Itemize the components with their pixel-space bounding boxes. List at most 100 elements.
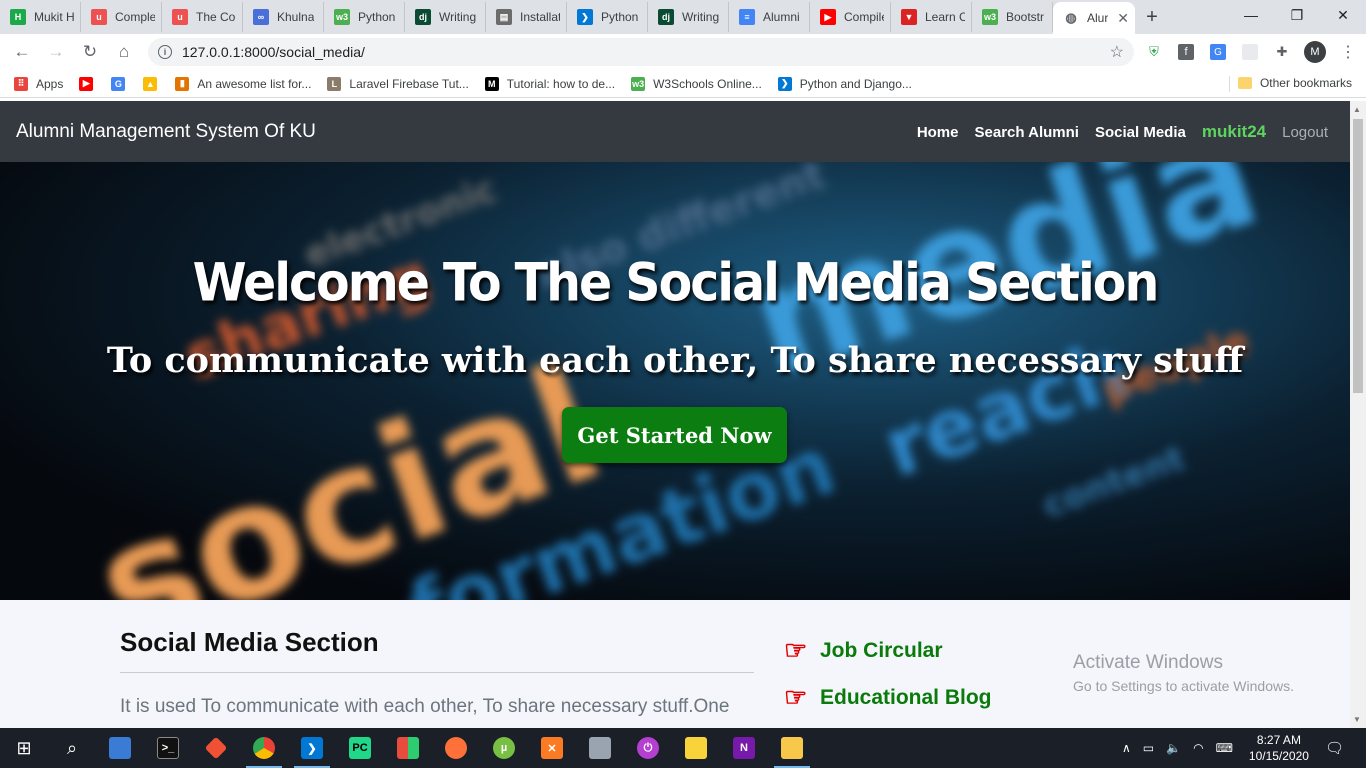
bookmark-5[interactable]: L Laravel Firebase Tut... — [327, 76, 469, 91]
shield-extension-icon[interactable]: ⛨ — [1142, 40, 1166, 64]
taskbar-git[interactable] — [192, 728, 240, 768]
battery-icon[interactable]: ▭ — [1143, 741, 1154, 755]
scroll-up-icon[interactable]: ▲ — [1353, 105, 1361, 114]
taskbar-onenote[interactable]: N — [720, 728, 768, 768]
address-bar[interactable]: i 127.0.0.1:8000/social_media/ ☆ — [148, 38, 1134, 66]
tab-7[interactable]: ❯ Python — [567, 2, 648, 32]
taskbar-terminal[interactable]: >_ — [144, 728, 192, 768]
activate-windows-watermark: Activate Windows Go to Settings to activ… — [1073, 652, 1294, 694]
taskbar-this-pc[interactable] — [96, 728, 144, 768]
scrollbar-thumb[interactable] — [1353, 119, 1363, 393]
bookmark-0[interactable]: ⠿ Apps — [14, 76, 63, 91]
notifications-icon[interactable]: 🗨 — [1325, 739, 1344, 757]
minimize-icon[interactable]: — — [1228, 0, 1274, 30]
facebook-extension-icon[interactable]: f — [1174, 40, 1198, 64]
taskbar-photos[interactable] — [576, 728, 624, 768]
tab-9[interactable]: ≡ Alumni — [729, 2, 810, 32]
chrome-icon — [253, 737, 275, 759]
nav-social-media[interactable]: Social Media — [1095, 124, 1186, 141]
bookmark-4[interactable]: ▮ An awesome list for... — [175, 76, 311, 91]
new-tab-button[interactable]: + — [1135, 2, 1169, 32]
udemy-icon: u — [172, 9, 188, 25]
nav-username[interactable]: mukit24 — [1202, 122, 1266, 142]
url-text[interactable]: 127.0.0.1:8000/social_media/ — [182, 44, 1110, 60]
nav-logout[interactable]: Logout — [1282, 124, 1328, 141]
section-description: It is used To communicate with each othe… — [120, 696, 730, 717]
taskbar-utorrent[interactable]: µ — [480, 728, 528, 768]
home-icon[interactable]: ⌂ — [108, 36, 140, 68]
w3schools-icon: w3 — [982, 9, 998, 25]
site-brand[interactable]: Alumni Management System Of KU — [16, 121, 316, 143]
tab-label: Learn C — [925, 10, 965, 24]
educational-blog-link[interactable]: ☞ Educational Blog — [784, 674, 992, 721]
xampp-icon: ✕ — [541, 737, 563, 759]
close-window-icon[interactable]: ✕ — [1320, 0, 1366, 30]
page-scrollbar[interactable]: ▲ ▼ — [1350, 101, 1366, 728]
bookmark-star-icon[interactable]: ☆ — [1110, 42, 1124, 62]
puzzle-extensions-icon[interactable]: ✚ — [1270, 40, 1294, 64]
wifi-icon[interactable]: ◠ — [1193, 741, 1203, 755]
taskbar-chrome[interactable] — [240, 728, 288, 768]
taskbar-file-explorer[interactable] — [768, 728, 816, 768]
taskbar-vscode[interactable]: ❯ — [288, 728, 336, 768]
bookmark-7[interactable]: w3 W3Schools Online... — [631, 76, 762, 91]
forward-icon[interactable]: → — [40, 36, 72, 68]
tab-2[interactable]: u The Cor — [162, 2, 243, 32]
bookmark-3[interactable]: ▲ — [143, 76, 165, 91]
start-button[interactable]: ⊞ — [0, 728, 48, 768]
profile-avatar[interactable]: M — [1304, 41, 1326, 63]
clock-date: 10/15/2020 — [1248, 749, 1309, 763]
other-bookmarks[interactable]: Other bookmarks — [1237, 76, 1352, 90]
computer-icon — [109, 737, 131, 759]
close-tab-icon[interactable]: ✕ — [1117, 10, 1129, 27]
clock[interactable]: 8:27 AM 10/15/2020 — [1249, 732, 1309, 764]
tab-0[interactable]: H Mukit H — [0, 2, 81, 32]
nav-home[interactable]: Home — [917, 124, 959, 141]
reload-icon[interactable]: ↻ — [74, 36, 106, 68]
maximize-icon[interactable]: ❐ — [1274, 0, 1320, 30]
tab-11[interactable]: ▼ Learn C — [891, 2, 972, 32]
site-info-icon[interactable]: i — [158, 45, 172, 59]
scroll-down-icon[interactable]: ▼ — [1353, 715, 1361, 724]
translate-extension-icon[interactable]: G — [1206, 40, 1230, 64]
tab-12[interactable]: w3 Bootstr — [972, 2, 1053, 32]
nav-links: Home Search Alumni Social Media mukit24 … — [901, 122, 1328, 142]
search-icon: ⌕ — [66, 737, 78, 758]
blank-extension-icon[interactable] — [1238, 40, 1262, 64]
tab-label: The Cor — [196, 10, 236, 24]
terminal-icon: >_ — [157, 737, 179, 759]
watermark-subtitle: Go to Settings to activate Windows. — [1073, 678, 1294, 694]
bookmarks-bar: ⠿ Apps ▶ G ▲ ▮ An awesome list for... L Laravel … — [0, 70, 1366, 98]
chevron-up-icon[interactable]: ∧ — [1122, 741, 1131, 755]
tab-label: Alur — [1087, 11, 1109, 25]
get-started-button[interactable]: Get Started Now — [562, 407, 787, 463]
udemy-icon: u — [91, 9, 107, 25]
tab-5[interactable]: dj Writing — [405, 2, 486, 32]
volume-icon[interactable]: 🔈 — [1166, 741, 1181, 755]
tab-8[interactable]: dj Writing — [648, 2, 729, 32]
nav-search-alumni[interactable]: Search Alumni — [975, 124, 1079, 141]
bookmark-8[interactable]: ❯ Python and Django... — [777, 76, 912, 91]
tab-10[interactable]: ▶ Compile — [810, 2, 891, 32]
tab-4[interactable]: w3 Python — [324, 2, 405, 32]
tab-3[interactable]: ∞ Khulna — [243, 2, 324, 32]
bookmark-2[interactable]: G — [111, 76, 133, 91]
vivaldi-icon: ▼ — [901, 9, 917, 25]
taskbar-xampp[interactable]: ✕ — [528, 728, 576, 768]
taskbar-pycharm[interactable]: PC — [336, 728, 384, 768]
tab-6[interactable]: ▤ Installat — [486, 2, 567, 32]
menu-kebab-icon[interactable]: ⋮ — [1340, 42, 1356, 62]
taskbar-sticky-notes[interactable] — [672, 728, 720, 768]
tab-active[interactable]: ◍ Alur ✕ — [1053, 2, 1135, 34]
keyboard-icon[interactable]: ⌨ — [1216, 741, 1233, 755]
job-circular-link[interactable]: ☞ Job Circular — [784, 627, 992, 674]
taskbar-office[interactable] — [384, 728, 432, 768]
back-icon[interactable]: ← — [6, 36, 38, 68]
bookmark-6[interactable]: M Tutorial: how to de... — [484, 76, 615, 91]
search-button[interactable]: ⌕ — [48, 728, 96, 768]
taskbar-media[interactable]: ⏻ — [624, 728, 672, 768]
taskbar-firefox[interactable] — [432, 728, 480, 768]
tab-1[interactable]: u Comple — [81, 2, 162, 32]
tab-list: H Mukit Hu Comple u The Cor ∞ Khulna w3 Python dj… — [0, 2, 1053, 34]
bookmark-1[interactable]: ▶ — [79, 76, 101, 91]
